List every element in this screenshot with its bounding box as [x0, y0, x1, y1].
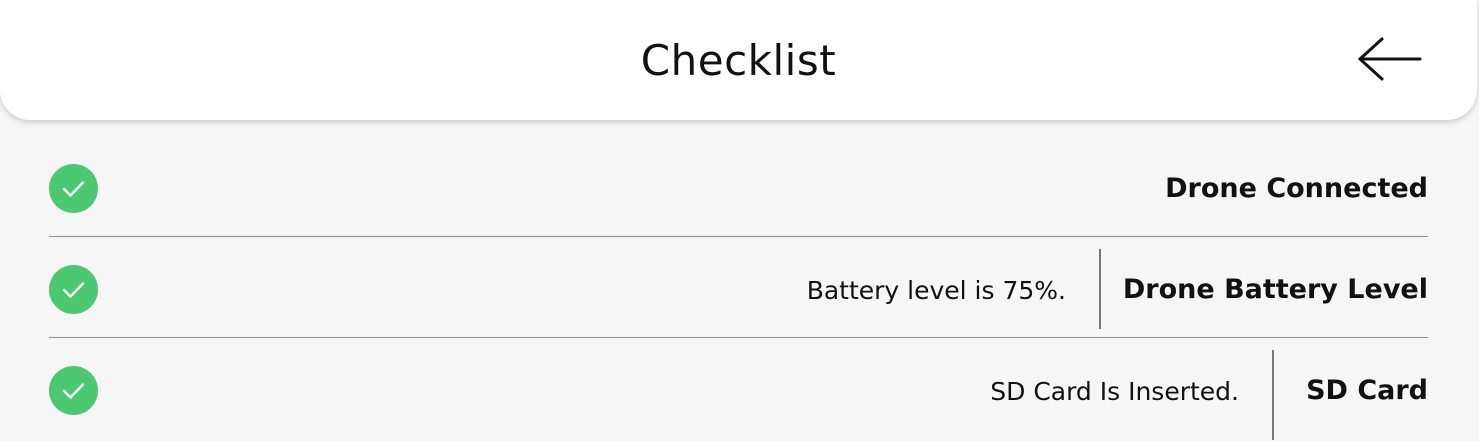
check-circle-icon — [49, 265, 98, 314]
checklist-item-detail: Battery level is 75%. — [806, 276, 1066, 305]
checklist: Drone Connected Battery level is 75%. Dr… — [49, 136, 1428, 440]
checklist-item-sd-card: SD Card Is Inserted. SD Card — [49, 338, 1428, 440]
detail-divider — [1099, 249, 1101, 329]
checklist-item-title: SD Card — [1306, 375, 1428, 406]
checklist-item-battery-level: Battery level is 75%. Drone Battery Leve… — [49, 237, 1428, 338]
checklist-item-title: Drone Connected — [1165, 173, 1428, 204]
back-button[interactable] — [1354, 34, 1424, 88]
checklist-item-title: Drone Battery Level — [1122, 274, 1428, 305]
check-circle-icon — [49, 164, 98, 213]
check-circle-icon — [49, 366, 98, 415]
detail-divider — [1272, 350, 1274, 440]
arrow-left-icon — [1358, 37, 1422, 81]
page-title: Checklist — [640, 36, 837, 85]
header-bar: Checklist — [0, 0, 1477, 120]
checklist-item-drone-connected: Drone Connected — [49, 136, 1428, 237]
checklist-item-detail: SD Card Is Inserted. — [990, 377, 1239, 406]
